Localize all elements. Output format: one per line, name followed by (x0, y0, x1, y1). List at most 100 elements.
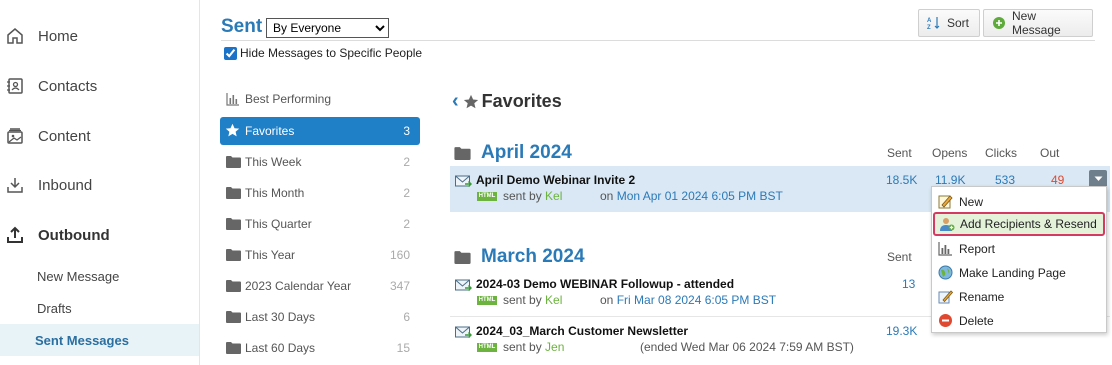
folder-count: 2 (403, 186, 410, 200)
sent-mail-icon (455, 279, 472, 292)
month-header-march-2024[interactable]: March 2024 (454, 246, 585, 268)
menu-item-rename[interactable]: Rename (932, 285, 1106, 309)
message-title[interactable]: 2024-03 Demo WEBINAR Followup - attended (476, 277, 734, 291)
new-icon (938, 195, 953, 209)
outbound-icon (7, 226, 23, 243)
html-badge: HTML (477, 343, 497, 352)
folder-count: 160 (389, 248, 410, 262)
subnav-drafts[interactable]: Drafts (0, 293, 199, 323)
folder-count: 15 (396, 341, 410, 355)
sender-name[interactable]: Kel (545, 293, 562, 307)
sent-mail-icon (455, 326, 472, 339)
folder-label: This Month (245, 186, 305, 200)
folder-icon (226, 280, 241, 292)
stat-sent[interactable]: 19.3K (886, 324, 917, 338)
folder-favorites[interactable]: Favorites 3 (220, 117, 420, 145)
html-badge: HTML (477, 296, 497, 305)
favorites-title: Favorites (481, 91, 562, 111)
message-title[interactable]: 2024_03_March Customer Newsletter (476, 324, 688, 338)
folder-icon (226, 249, 241, 261)
sent-date: on Mon Apr 01 2024 6:05 PM BST (600, 189, 783, 203)
folder-this-month[interactable]: This Month 2 (220, 179, 420, 207)
menu-item-label: Make Landing Page (959, 266, 1066, 280)
stat-clicks[interactable]: 533 (995, 173, 1015, 187)
sent-by-prefix: sent by (503, 293, 542, 307)
folder-this-week[interactable]: This Week 2 (220, 148, 420, 176)
column-header-opens: Opens (932, 146, 968, 160)
folder-label: This Quarter (245, 217, 312, 231)
folder-count: 6 (403, 310, 410, 324)
hide-specific-people-label: Hide Messages to Specific People (240, 46, 423, 60)
contacts-icon (7, 78, 23, 94)
app: Home Contacts Content Inbound Outbound N… (0, 0, 1112, 365)
inbound-icon (7, 178, 23, 193)
sort-icon: AZ (927, 16, 941, 30)
stat-out[interactable]: 49 (1051, 173, 1064, 187)
sort-button[interactable]: AZ Sort (918, 9, 980, 37)
on-prefix: on (600, 189, 614, 203)
menu-item-report[interactable]: Report (932, 237, 1106, 261)
folder-this-quarter[interactable]: This Quarter 2 (220, 210, 420, 238)
stat-opens[interactable]: 11.9K (935, 173, 965, 187)
nav-item-label: Inbound (38, 176, 93, 194)
nav-item-inbound[interactable]: Inbound (0, 165, 199, 205)
subnav-sent-messages[interactable]: Sent Messages (0, 324, 199, 356)
folder-label: Favorites (245, 124, 295, 138)
menu-item-label: Delete (959, 314, 994, 328)
menu-item-label: Report (959, 242, 996, 256)
folder-icon (226, 187, 241, 199)
folder-icon (226, 156, 241, 168)
folder-2023-calendar-year[interactable]: 2023 Calendar Year 347 (220, 272, 420, 300)
sender-name[interactable]: Kel (545, 189, 562, 203)
menu-item-make-landing-page[interactable]: Make Landing Page (932, 261, 1106, 285)
hide-specific-people-toggle[interactable]: Hide Messages to Specific People (224, 46, 422, 60)
stat-sent[interactable]: 18.5K (886, 173, 917, 187)
left-navigation: Home Contacts Content Inbound Outbound N… (0, 0, 200, 365)
folder-label: Last 30 Days (245, 310, 316, 324)
folder-label: This Week (245, 155, 302, 169)
folder-label: This Year (245, 248, 296, 262)
month-title: March 2024 (481, 246, 585, 267)
menu-item-add-recipients-resend[interactable]: Add Recipients & Resend (933, 212, 1105, 236)
nav-item-outbound[interactable]: Outbound (0, 215, 199, 255)
nav-item-home[interactable]: Home (0, 16, 199, 56)
page-title: Sent (221, 16, 263, 37)
new-message-button[interactable]: New Message (983, 9, 1093, 37)
folder-last-60-days[interactable]: Last 60 Days 15 (220, 334, 420, 362)
folder-this-year[interactable]: This Year 160 (220, 241, 420, 269)
folder-count: 2 (403, 217, 410, 231)
sender-name[interactable]: Jen (545, 340, 564, 354)
column-header-sent: Sent (887, 250, 912, 264)
subnav-new-message[interactable]: New Message (0, 261, 199, 291)
month-title: April 2024 (481, 142, 572, 163)
home-icon (7, 28, 23, 44)
bar-chart-icon (226, 93, 239, 106)
sent-by: sent by Kel (503, 293, 562, 307)
stat-sent[interactable]: 13 (902, 277, 915, 291)
folder-count: 3 (403, 124, 410, 138)
folder-icon (226, 218, 241, 230)
column-header-out: Out (1040, 146, 1060, 160)
svg-text:Z: Z (927, 25, 931, 30)
subnav-label: Drafts (37, 300, 72, 316)
nav-item-label: Contacts (38, 77, 98, 95)
menu-item-new[interactable]: New (932, 190, 1106, 214)
month-header-april-2024[interactable]: April 2024 (454, 142, 572, 164)
menu-item-delete[interactable]: Delete (932, 309, 1106, 333)
menu-item-label: Add Recipients & Resend (960, 217, 1097, 231)
html-badge: HTML (477, 192, 497, 201)
new-message-label: New Message (1012, 9, 1061, 37)
nav-item-contacts[interactable]: Contacts (0, 66, 199, 106)
content-icon (7, 128, 23, 144)
hide-specific-people-checkbox[interactable] (224, 46, 237, 60)
nav-item-content[interactable]: Content (0, 116, 199, 156)
date-value: Mon Apr 01 2024 6:05 PM BST (616, 189, 783, 203)
plus-circle-icon (992, 16, 1006, 30)
folder-last-30-days[interactable]: Last 30 Days 6 (220, 303, 420, 331)
message-title[interactable]: April Demo Webinar Invite 2 (476, 173, 635, 187)
sort-label: Sort (947, 16, 970, 30)
folder-best-performing[interactable]: Best Performing (220, 85, 420, 113)
view-filter-select[interactable]: By Everyone (266, 18, 389, 38)
back-chevron-icon[interactable]: ‹ (452, 90, 459, 113)
menu-item-label: New (959, 195, 984, 209)
